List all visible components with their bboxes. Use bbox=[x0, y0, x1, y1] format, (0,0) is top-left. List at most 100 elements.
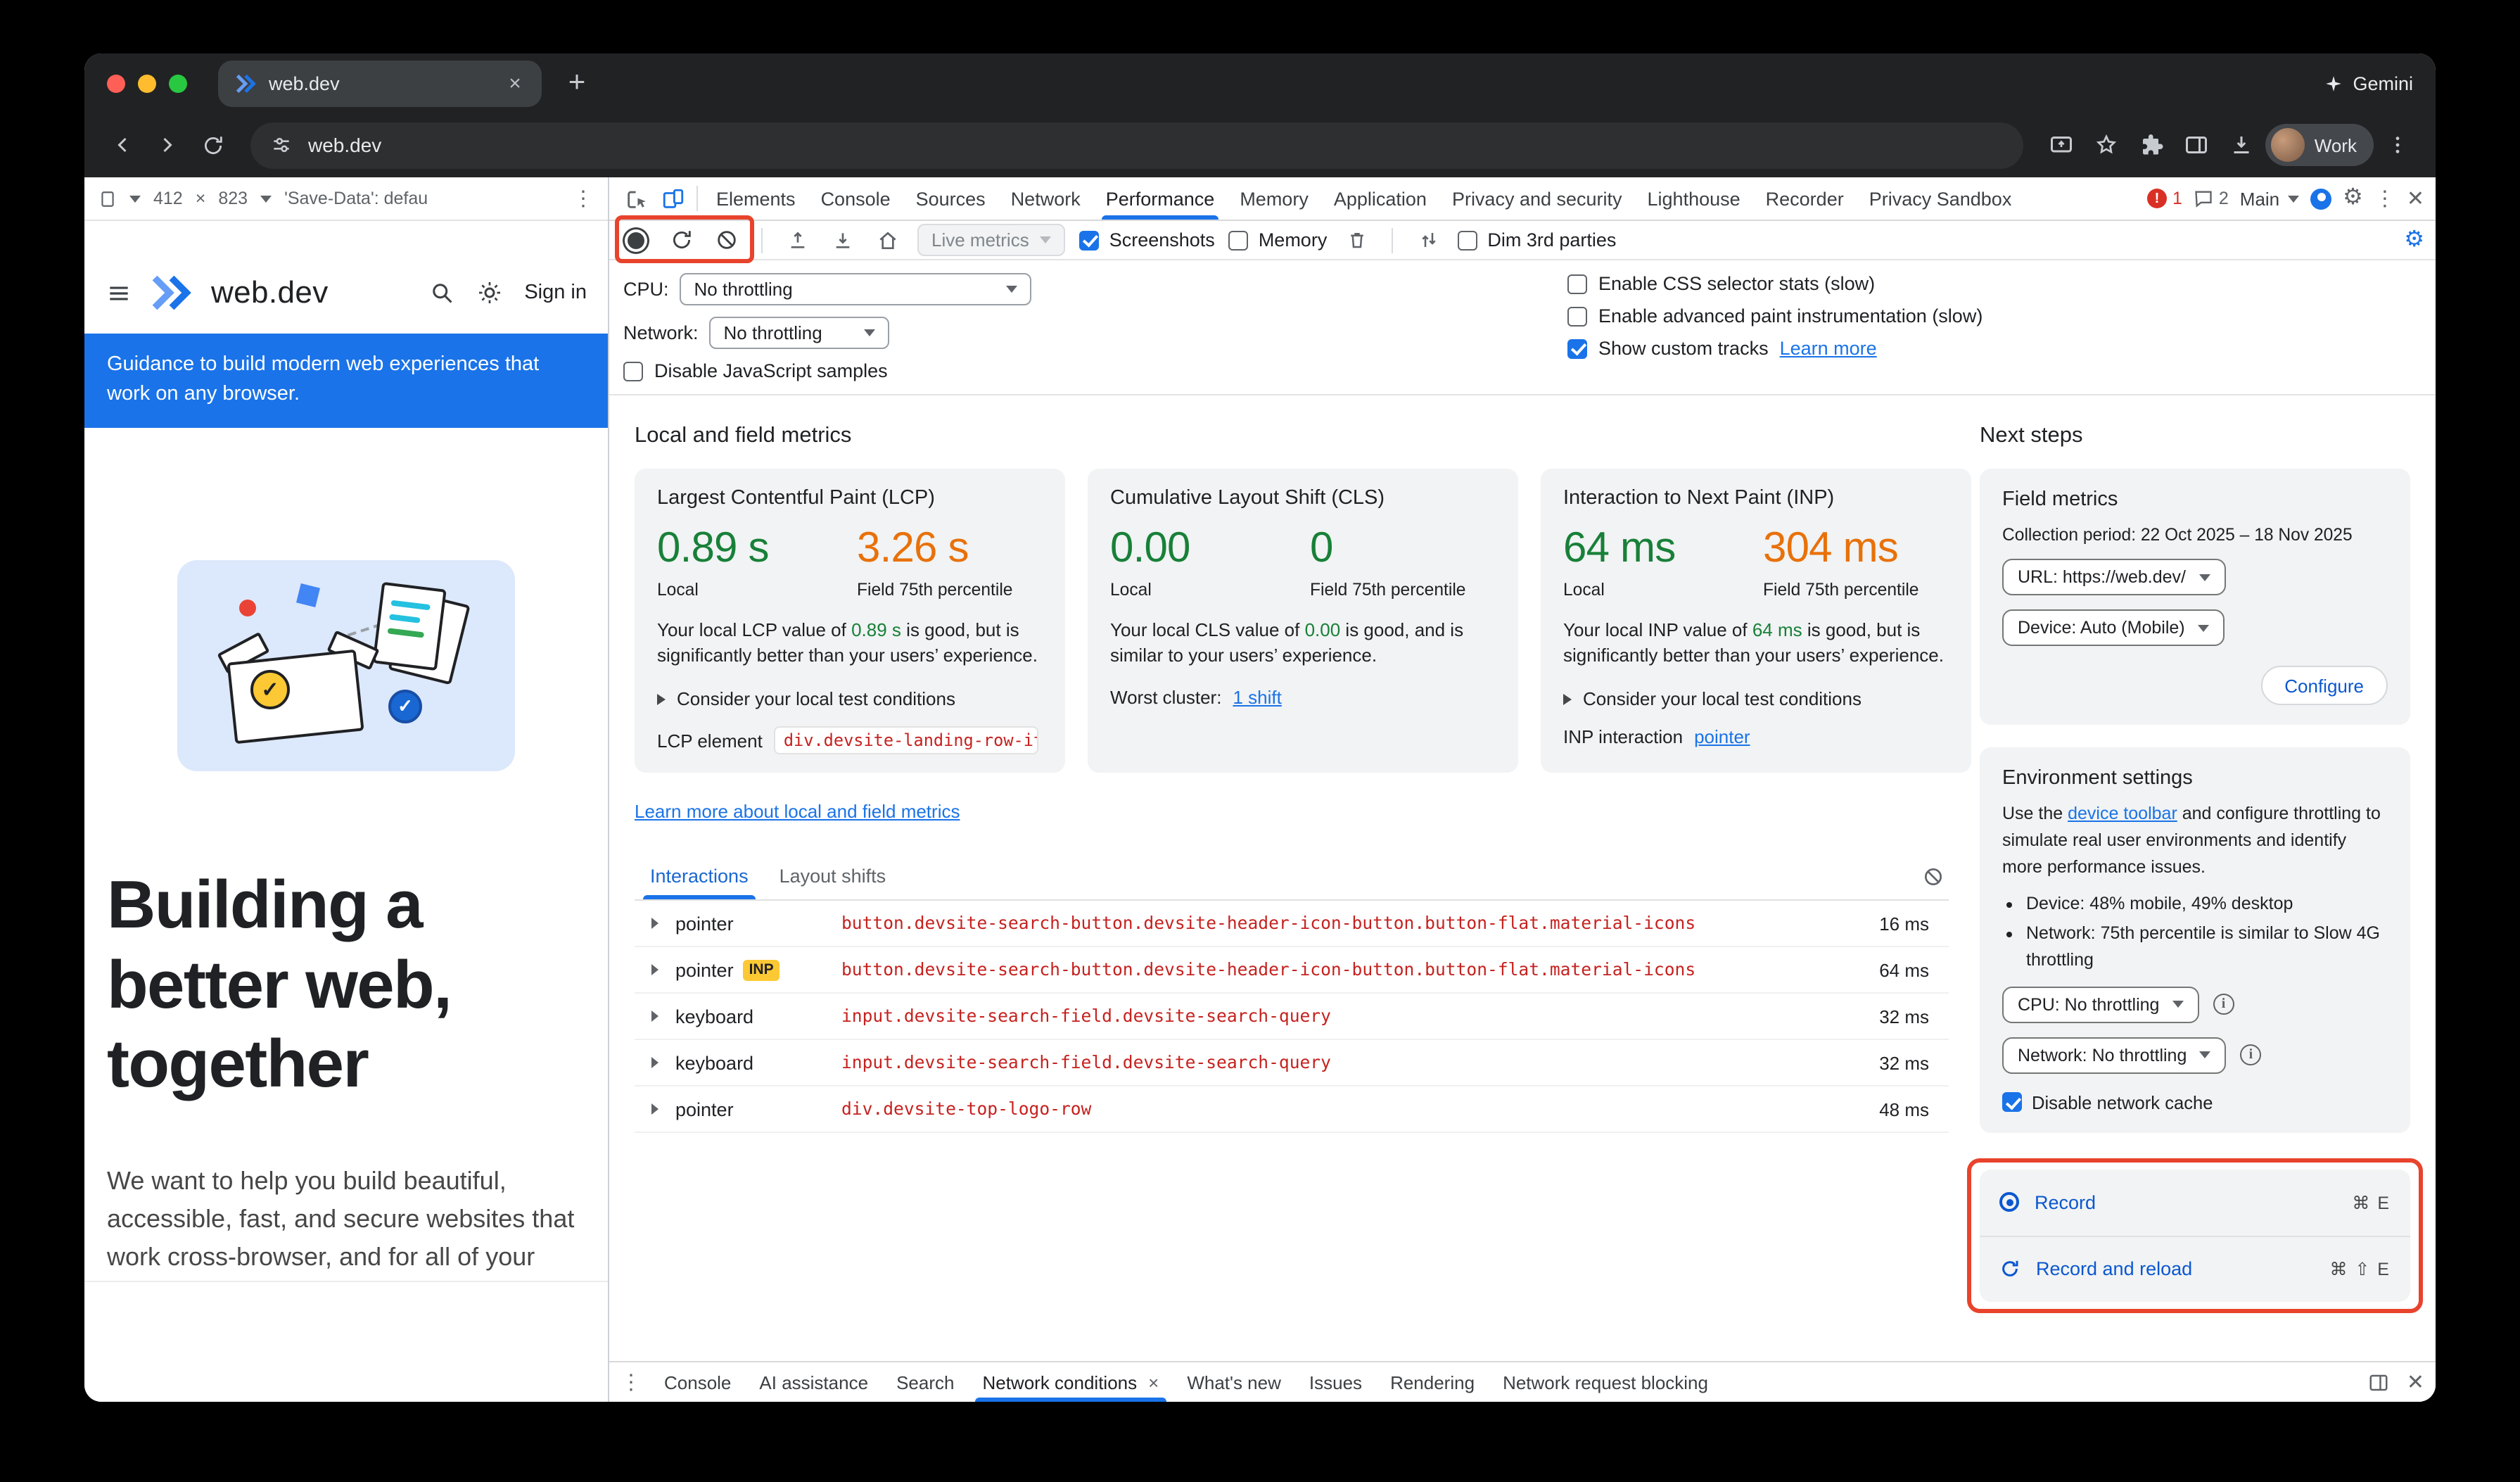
downloads-icon[interactable] bbox=[2220, 124, 2263, 166]
css-selector-stats-checkbox[interactable] bbox=[1567, 274, 1587, 293]
drawer-tab-search[interactable]: Search bbox=[882, 1362, 968, 1402]
interaction-row[interactable]: pointer button.devsite-search-button.dev… bbox=[635, 901, 1949, 947]
tab-memory[interactable]: Memory bbox=[1227, 177, 1321, 220]
record-button[interactable] bbox=[621, 224, 651, 255]
close-devtools-icon[interactable]: ✕ bbox=[2407, 186, 2424, 211]
search-icon[interactable] bbox=[428, 280, 454, 305]
tab-privacy-and-security[interactable]: Privacy and security bbox=[1439, 177, 1635, 220]
side-panel-icon[interactable] bbox=[2175, 124, 2217, 166]
tab-lighthouse[interactable]: Lighthouse bbox=[1635, 177, 1753, 220]
site-banner[interactable]: Guidance to build modern web experiences… bbox=[84, 334, 608, 428]
viewport-height-value[interactable]: 823 bbox=[218, 189, 248, 208]
memory-checkbox[interactable] bbox=[1229, 230, 1249, 250]
cpu-info-icon[interactable]: i bbox=[2213, 994, 2234, 1015]
cpu-throttling-select[interactable]: No throttling bbox=[680, 273, 1032, 305]
disable-network-cache-checkbox[interactable] bbox=[2002, 1092, 2022, 1112]
inp-interaction-link[interactable]: pointer bbox=[1694, 726, 1750, 747]
tab-layout-shifts[interactable]: Layout shifts bbox=[764, 853, 902, 899]
expand-chevron-icon[interactable] bbox=[651, 918, 658, 929]
show-custom-tracks-checkbox[interactable] bbox=[1567, 338, 1587, 358]
profile-icon[interactable] bbox=[2310, 188, 2331, 209]
issues-badge[interactable]: 2 bbox=[2194, 189, 2229, 208]
browser-tab[interactable]: web.dev × bbox=[218, 60, 542, 106]
site-settings-icon[interactable] bbox=[270, 134, 293, 156]
record-and-reload-action-button[interactable]: Record and reload ⌘ ⇧ E bbox=[1980, 1235, 2410, 1301]
profile-chip[interactable]: Work bbox=[2265, 124, 2374, 166]
dim-third-parties-option[interactable]: Dim 3rd parties bbox=[1458, 229, 1616, 251]
save-profile-icon[interactable] bbox=[827, 224, 858, 255]
forward-button[interactable] bbox=[146, 124, 189, 166]
back-button[interactable] bbox=[101, 124, 144, 166]
memory-option[interactable]: Memory bbox=[1229, 229, 1328, 251]
maximize-window-button[interactable] bbox=[169, 74, 187, 92]
expand-chevron-icon[interactable] bbox=[651, 1057, 658, 1068]
theme-toggle-sun-icon[interactable] bbox=[476, 280, 502, 305]
tab-application[interactable]: Application bbox=[1321, 177, 1439, 220]
address-bar[interactable]: web.dev bbox=[250, 122, 2023, 168]
field-device-select[interactable]: Device: Auto (Mobile) bbox=[2002, 609, 2225, 646]
tab-elements[interactable]: Elements bbox=[704, 177, 808, 220]
interaction-selector-link[interactable]: button.devsite-search-button.devsite-hea… bbox=[841, 960, 1695, 980]
interaction-row[interactable]: keyboard input.devsite-search-field.devs… bbox=[635, 994, 1949, 1040]
interaction-selector-link[interactable]: button.devsite-search-button.devsite-hea… bbox=[841, 913, 1695, 933]
show-custom-tracks-option[interactable]: Show custom tracks Learn more bbox=[1567, 338, 2422, 359]
tab-recorder[interactable]: Recorder bbox=[1753, 177, 1857, 220]
css-selector-stats-option[interactable]: Enable CSS selector stats (slow) bbox=[1567, 273, 2422, 294]
minimize-window-button[interactable] bbox=[138, 74, 156, 92]
record-and-reload-button[interactable] bbox=[666, 224, 696, 255]
bookmark-star-icon[interactable] bbox=[2085, 124, 2127, 166]
tab-performance[interactable]: Performance bbox=[1093, 177, 1228, 220]
close-network-conditions-icon[interactable]: × bbox=[1148, 1372, 1159, 1393]
hamburger-menu-icon[interactable] bbox=[106, 279, 132, 306]
inp-test-conditions-expander[interactable]: Consider your local test conditions bbox=[1563, 688, 1949, 709]
device-toolbar-link[interactable]: device toolbar bbox=[2068, 804, 2177, 823]
interaction-selector-link[interactable]: div.devsite-top-logo-row bbox=[841, 1099, 1091, 1119]
collect-garbage-icon[interactable] bbox=[1341, 224, 1372, 255]
reload-button[interactable] bbox=[191, 124, 234, 166]
zoom-select-caret-icon[interactable] bbox=[260, 195, 272, 202]
context-selector[interactable]: Main bbox=[2240, 188, 2299, 209]
site-logo-text[interactable]: web.dev bbox=[211, 274, 329, 311]
capture-settings-gear-icon[interactable]: ⚙ bbox=[2404, 229, 2424, 251]
interaction-row[interactable]: pointer INP button.devsite-search-button… bbox=[635, 947, 1949, 994]
env-cpu-select[interactable]: CPU: No throttling bbox=[2002, 986, 2198, 1022]
tab-close-icon[interactable]: × bbox=[502, 70, 528, 96]
device-toolbar-toggle-icon[interactable] bbox=[654, 180, 691, 217]
extensions-icon[interactable] bbox=[2130, 124, 2172, 166]
device-toolbar-kebab-icon[interactable]: ⋮ bbox=[573, 186, 594, 211]
share-screen-icon[interactable] bbox=[2040, 124, 2082, 166]
tab-network[interactable]: Network bbox=[998, 177, 1093, 220]
interaction-row[interactable]: pointer div.devsite-top-logo-row 48 ms bbox=[635, 1087, 1949, 1133]
tab-console[interactable]: Console bbox=[808, 177, 903, 220]
custom-tracks-learn-more-link[interactable]: Learn more bbox=[1780, 338, 1877, 359]
error-badge[interactable]: ! 1 bbox=[2147, 189, 2182, 208]
drawer-tab-console[interactable]: Console bbox=[650, 1362, 745, 1402]
drawer-tab-network-conditions[interactable]: Network conditions × bbox=[968, 1362, 1173, 1402]
sign-in-button[interactable]: Sign in bbox=[524, 281, 587, 304]
field-metrics-learn-more-link[interactable]: Learn more about local and field metrics bbox=[635, 801, 960, 822]
drawer-tab-rendering[interactable]: Rendering bbox=[1376, 1362, 1489, 1402]
network-throttling-select[interactable]: No throttling bbox=[710, 317, 890, 349]
drawer-tab-network-request-blocking[interactable]: Network request blocking bbox=[1489, 1362, 1722, 1402]
tab-interactions[interactable]: Interactions bbox=[635, 853, 764, 899]
dim-third-parties-checkbox[interactable] bbox=[1458, 230, 1477, 250]
drawer-tab-ai-assistance[interactable]: AI assistance bbox=[745, 1362, 882, 1402]
device-list-caret-icon[interactable] bbox=[129, 195, 141, 202]
view-select[interactable]: Live metrics bbox=[917, 224, 1066, 256]
browser-menu-kebab-icon[interactable] bbox=[2376, 124, 2419, 166]
close-window-button[interactable] bbox=[107, 74, 125, 92]
clear-interactions-icon[interactable] bbox=[1918, 861, 1949, 892]
expand-chevron-icon[interactable] bbox=[651, 964, 658, 975]
disable-js-samples-checkbox[interactable] bbox=[623, 361, 643, 381]
disable-js-samples-option[interactable]: Disable JavaScript samples bbox=[623, 360, 1567, 381]
drawer-menu-kebab-icon[interactable]: ⋮ bbox=[621, 1369, 642, 1395]
paint-instrumentation-option[interactable]: Enable advanced paint instrumentation (s… bbox=[1567, 305, 2422, 327]
network-info-icon[interactable]: i bbox=[2240, 1044, 2261, 1065]
tab-privacy-sandbox[interactable]: Privacy Sandbox bbox=[1857, 177, 2025, 220]
dock-side-icon[interactable] bbox=[2369, 1372, 2390, 1393]
close-drawer-icon[interactable]: ✕ bbox=[2407, 1369, 2424, 1395]
viewport-width-value[interactable]: 412 bbox=[153, 189, 183, 208]
expand-chevron-icon[interactable] bbox=[651, 1011, 658, 1022]
screenshots-checkbox[interactable] bbox=[1080, 230, 1100, 250]
interaction-selector-link[interactable]: input.devsite-search-field.devsite-searc… bbox=[841, 1006, 1331, 1026]
